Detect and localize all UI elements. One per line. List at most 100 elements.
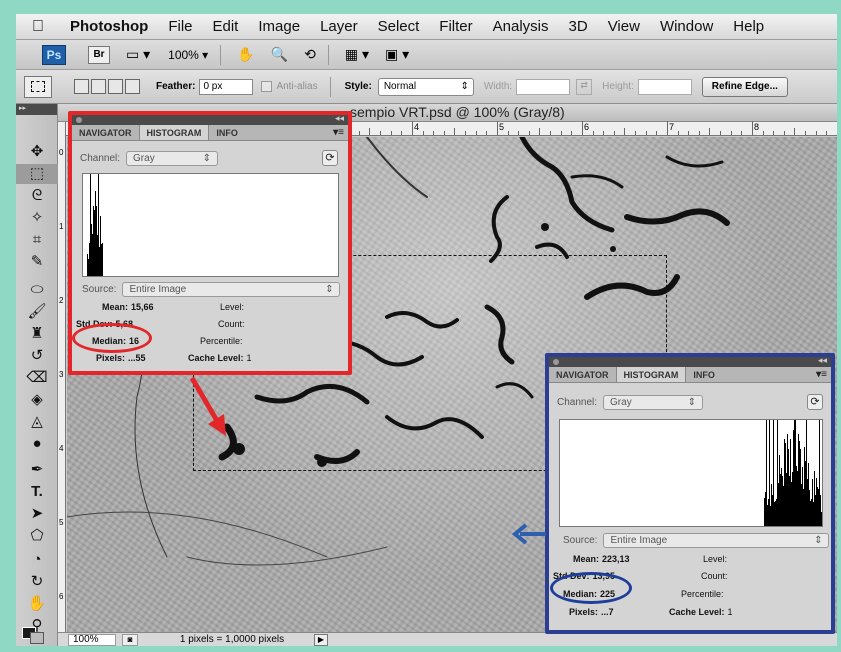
menu-help[interactable]: Help xyxy=(723,18,774,35)
screen-layout-icon[interactable]: ▣ ▾ xyxy=(385,46,409,63)
ruler-tick xyxy=(709,128,711,135)
status-zoom-field[interactable]: 100% xyxy=(68,633,116,646)
ruler-tick xyxy=(571,131,573,135)
subtract-selection-icon[interactable] xyxy=(108,79,123,94)
ruler-tick xyxy=(475,131,477,135)
width-label: Width: xyxy=(483,81,513,92)
swap-dimensions-icon[interactable]: ⇄ xyxy=(576,78,593,95)
menu-edit[interactable]: Edit xyxy=(203,18,249,35)
3d-rotate-icon[interactable]: ◔ xyxy=(16,550,58,570)
path-select-icon[interactable]: ➤ xyxy=(16,504,58,524)
menu-analysis[interactable]: Analysis xyxy=(483,18,559,35)
menu-bar:  Photoshop File Edit Image Layer Select… xyxy=(16,14,837,40)
pen-icon[interactable]: ✒ xyxy=(16,460,58,480)
stamp-icon[interactable]: ♜ xyxy=(16,324,58,344)
bridge-button[interactable]: Br xyxy=(88,45,110,64)
ruler-tick xyxy=(826,131,828,135)
menu-select[interactable]: Select xyxy=(368,18,430,35)
hand-tool-icon[interactable]: ✋ xyxy=(237,46,254,63)
type-icon[interactable]: T. xyxy=(16,482,58,502)
magic-wand-icon[interactable]: ✧ xyxy=(16,208,58,228)
screen-mode-icon[interactable]: ▭ ▾ xyxy=(126,46,150,63)
ruler-tick xyxy=(794,128,796,135)
menu-app-name[interactable]: Photoshop xyxy=(60,18,158,35)
blue-arrow-icon xyxy=(512,523,546,545)
blue-median-oval xyxy=(550,572,632,604)
ruler-tick xyxy=(528,131,530,135)
dodge-icon[interactable]: ● xyxy=(16,434,58,454)
menu-window[interactable]: Window xyxy=(650,18,723,35)
height-input[interactable] xyxy=(637,78,692,95)
tool-preset-picker[interactable] xyxy=(24,75,52,98)
red-arrow-icon xyxy=(189,376,226,436)
status-camera-icon[interactable]: ◙ xyxy=(122,633,138,646)
eraser-icon[interactable]: ⌫ xyxy=(16,368,58,388)
status-menu-arrow-icon[interactable]: ▶ xyxy=(314,633,328,646)
zoom-level-dropdown[interactable]: 100% ▾ xyxy=(168,48,208,62)
ruler-number: 7 xyxy=(669,122,675,132)
bucket-icon[interactable]: ◈ xyxy=(16,390,58,410)
blur-icon[interactable]: ◬ xyxy=(16,412,58,432)
background-color-swatch[interactable] xyxy=(30,632,44,644)
ruler-tick xyxy=(454,128,456,135)
ruler-tick xyxy=(677,131,679,135)
ruler-number: 6 xyxy=(584,122,590,132)
ruler-tick xyxy=(380,131,381,135)
chevron-updown-icon: ⇕ xyxy=(460,80,469,92)
move-icon[interactable]: ✥ xyxy=(16,142,58,162)
healing-icon[interactable]: ⬭ xyxy=(16,280,58,300)
ruler-number: 1 xyxy=(59,222,64,231)
ruler-tick xyxy=(815,131,817,135)
ruler-tick xyxy=(443,131,445,135)
style-select[interactable]: Normal ⇕ xyxy=(377,77,474,96)
menu-image[interactable]: Image xyxy=(248,18,310,35)
refine-edge-button[interactable]: Refine Edge... xyxy=(701,76,788,97)
menu-3d[interactable]: 3D xyxy=(559,18,598,35)
ruler-tick xyxy=(635,131,636,135)
history-brush-icon[interactable]: ↺ xyxy=(16,346,58,366)
3d-orbit-icon[interactable]: ↻ xyxy=(16,572,58,592)
toolbox-grip[interactable]: ▸▸ xyxy=(16,104,57,115)
ruler-number: 3 xyxy=(59,370,64,379)
zoom-tool-icon[interactable]: 🔍 xyxy=(271,46,288,63)
vertical-ruler[interactable]: 0 1 2 3 4 5 6 xyxy=(58,122,66,632)
ruler-number: 4 xyxy=(59,444,64,453)
ruler-number: 5 xyxy=(59,518,64,527)
marquee-icon[interactable]: ⬚ xyxy=(16,164,58,184)
ruler-tick xyxy=(603,131,605,135)
style-label: Style: xyxy=(344,81,372,92)
menu-layer[interactable]: Layer xyxy=(310,18,368,35)
shape-icon[interactable]: ⬠ xyxy=(16,526,58,546)
ruler-tick xyxy=(582,121,583,135)
eyedropper-icon[interactable]: ✎ xyxy=(16,252,58,272)
ruler-tick xyxy=(465,131,466,135)
ruler-number: 4 xyxy=(414,122,420,132)
new-selection-icon[interactable] xyxy=(74,79,89,94)
ruler-tick xyxy=(805,131,806,135)
apple-icon[interactable]:  xyxy=(16,18,60,36)
hand-icon[interactable]: ✋ xyxy=(16,594,58,614)
ruler-tick xyxy=(560,131,562,135)
status-info: 1 pixels = 1,0000 pixels xyxy=(179,633,285,645)
rotate-view-icon[interactable]: ⟲ xyxy=(304,46,316,63)
ruler-tick xyxy=(369,128,371,135)
ruler-tick xyxy=(401,131,403,135)
lasso-icon[interactable]: ᘓ xyxy=(16,186,58,206)
marquee-preset-icon xyxy=(31,81,45,92)
menu-file[interactable]: File xyxy=(158,18,202,35)
antialias-checkbox[interactable]: Anti-alias xyxy=(261,81,317,92)
menu-filter[interactable]: Filter xyxy=(429,18,482,35)
add-to-selection-icon[interactable] xyxy=(91,79,106,94)
divider xyxy=(220,44,222,65)
feather-input[interactable]: 0 px xyxy=(199,78,254,95)
menu-view[interactable]: View xyxy=(598,18,650,35)
crop-icon[interactable]: ⌗ xyxy=(16,230,58,250)
arrange-documents-icon[interactable]: ▦ ▾ xyxy=(345,46,369,63)
red-median-oval xyxy=(72,323,152,353)
width-input[interactable] xyxy=(516,78,571,95)
document-title: sempio VRT.psd @ 100% (Gray/8) xyxy=(350,104,565,120)
intersect-selection-icon[interactable] xyxy=(125,79,140,94)
ruler-tick xyxy=(550,131,551,135)
ruler-tick xyxy=(752,121,753,135)
brush-icon[interactable]: 🖌 xyxy=(16,302,58,322)
